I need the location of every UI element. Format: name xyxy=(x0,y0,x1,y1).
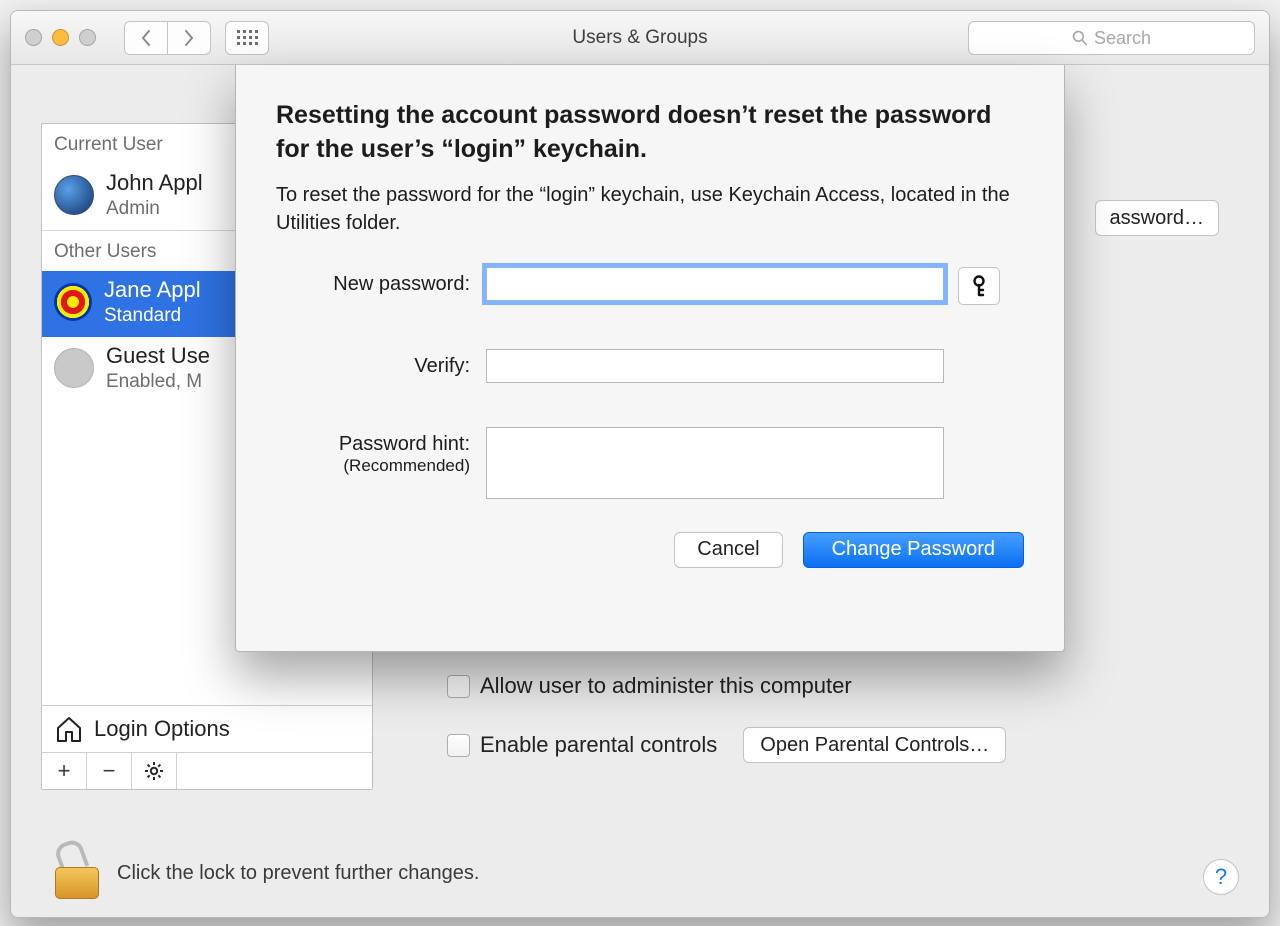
parental-row: Enable parental controls Open Parental C… xyxy=(447,727,1006,763)
back-button[interactable] xyxy=(124,21,167,55)
reset-password-label: assword… xyxy=(1110,207,1204,230)
verify-password-input[interactable] xyxy=(486,349,944,383)
sidebar-user-name: Guest Use xyxy=(106,343,210,369)
parental-checkbox-label: Enable parental controls xyxy=(480,732,717,758)
new-password-input[interactable] xyxy=(486,267,944,301)
row-new-password: New password: xyxy=(276,267,1024,305)
label-verify: Verify: xyxy=(276,349,486,378)
search-placeholder: Search xyxy=(1094,28,1151,49)
chevron-right-icon xyxy=(183,30,195,46)
login-options-label: Login Options xyxy=(94,716,230,742)
change-password-button[interactable]: Change Password xyxy=(803,532,1024,568)
admin-checkbox[interactable] xyxy=(447,675,470,698)
open-parental-label: Open Parental Controls… xyxy=(760,734,989,756)
sheet-heading: Resetting the account password doesn’t r… xyxy=(276,99,1024,167)
home-icon xyxy=(54,714,84,744)
login-options-row[interactable]: Login Options xyxy=(42,705,372,752)
reset-password-sheet: Resetting the account password doesn’t r… xyxy=(235,65,1065,652)
nav-buttons xyxy=(124,21,211,55)
reset-password-button[interactable]: assword… xyxy=(1095,200,1219,236)
question-icon: ? xyxy=(1215,864,1227,890)
key-icon xyxy=(971,275,987,297)
chevron-left-icon xyxy=(140,30,152,46)
avatar-target-icon xyxy=(54,283,92,321)
sheet-buttons: Cancel Change Password xyxy=(276,532,1024,568)
add-user-button[interactable]: + xyxy=(42,753,87,789)
avatar-blank-icon xyxy=(54,348,94,388)
zoom-window-icon[interactable] xyxy=(79,29,96,46)
row-verify: Verify: xyxy=(276,349,1024,383)
minimize-window-icon[interactable] xyxy=(52,29,69,46)
action-menu-button[interactable] xyxy=(132,753,177,789)
sidebar-user-role: Standard xyxy=(104,305,201,327)
forward-button[interactable] xyxy=(167,21,211,55)
row-hint: Password hint: (Recommended) xyxy=(276,427,1024,504)
cancel-button[interactable]: Cancel xyxy=(674,532,782,568)
gear-icon xyxy=(144,761,164,781)
lock-row: Click the lock to prevent further change… xyxy=(55,847,479,899)
open-parental-button[interactable]: Open Parental Controls… xyxy=(743,727,1006,763)
lock-hint-text: Click the lock to prevent further change… xyxy=(117,862,479,885)
parental-checkbox[interactable] xyxy=(447,734,470,757)
unlocked-padlock-icon[interactable] xyxy=(55,847,97,899)
sheet-subtext: To reset the password for the “login” ke… xyxy=(276,181,1024,237)
sidebar-footer: + − xyxy=(42,752,372,789)
admin-checkbox-row: Allow user to administer this computer xyxy=(447,673,852,699)
show-all-button[interactable] xyxy=(225,21,269,55)
label-hint: Password hint: (Recommended) xyxy=(276,427,486,476)
search-icon xyxy=(1072,30,1088,46)
remove-user-button[interactable]: − xyxy=(87,753,132,789)
minus-icon: − xyxy=(103,758,116,784)
sidebar-user-name: John Appl xyxy=(106,170,203,196)
admin-checkbox-label: Allow user to administer this computer xyxy=(480,673,852,699)
help-button[interactable]: ? xyxy=(1203,859,1239,895)
search-field[interactable]: Search xyxy=(968,21,1255,55)
close-window-icon[interactable] xyxy=(25,29,42,46)
plus-icon: + xyxy=(58,758,71,784)
password-assistant-button[interactable] xyxy=(958,267,1000,305)
avatar-earth-icon xyxy=(54,175,94,215)
password-hint-input[interactable] xyxy=(486,427,944,499)
sidebar-user-role: Admin xyxy=(106,198,203,220)
grid-icon xyxy=(237,30,258,45)
titlebar: Users & Groups Search xyxy=(11,11,1269,65)
label-new-password: New password: xyxy=(276,267,486,296)
sidebar-user-role: Enabled, M xyxy=(106,371,210,393)
window-controls xyxy=(25,29,96,46)
sidebar-user-name: Jane Appl xyxy=(104,277,201,303)
prefs-window: Users & Groups Search Current User John … xyxy=(10,10,1270,918)
